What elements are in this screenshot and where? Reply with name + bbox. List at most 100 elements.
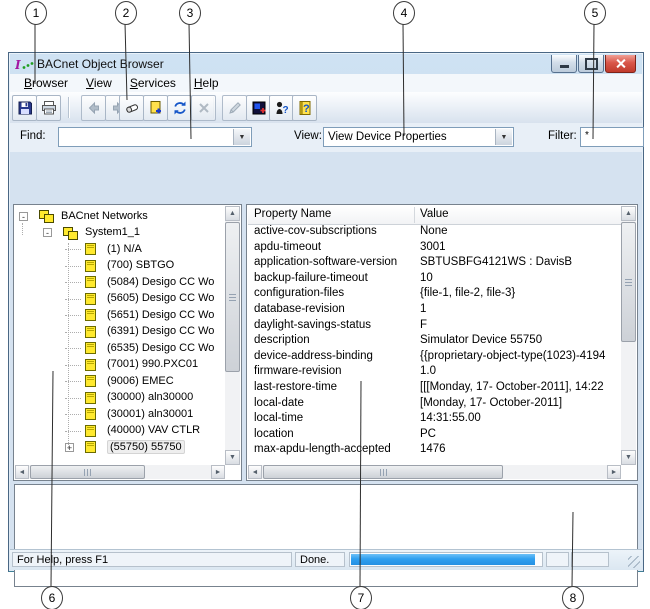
property-row[interactable]: local-date[Monday, 17- October-2011]: [248, 396, 621, 412]
status-pane-empty-2: [571, 552, 609, 567]
tree-item[interactable]: + (55750) 55750: [15, 439, 225, 456]
property-row[interactable]: apdu-timeout3001: [248, 240, 621, 256]
column-header-property-name[interactable]: Property Name: [254, 208, 331, 220]
tree-item[interactable]: - System1_1: [15, 225, 225, 242]
scroll-right-icon[interactable]: ►: [211, 465, 225, 479]
property-value-cell: 1476: [420, 443, 619, 455]
device-icon: [85, 408, 96, 420]
menu-browser[interactable]: Browser: [15, 74, 77, 92]
device-icon: [85, 441, 96, 453]
property-vertical-scrollbar[interactable]: ▲ ▼: [621, 206, 636, 465]
device-manager-button[interactable]: [246, 95, 271, 121]
tree-item-label: BACnet Networks: [61, 210, 148, 222]
collapse-icon[interactable]: -: [19, 212, 28, 221]
tree-item-label: System1_1: [85, 226, 140, 238]
tree-item[interactable]: (5084) Desigo CC Wo: [15, 274, 225, 291]
tree-item-label: (30001) aln30001: [107, 408, 193, 420]
tree-item-label: (1) N/A: [107, 243, 142, 255]
filter-input[interactable]: *: [580, 127, 644, 147]
property-row[interactable]: device-address-binding{{proprietary-obje…: [248, 349, 621, 365]
scroll-up-icon[interactable]: ▲: [225, 206, 240, 221]
tree-vertical-scrollbar[interactable]: ▲ ▼: [225, 206, 240, 465]
scroll-left-icon[interactable]: ◄: [15, 465, 29, 479]
close-button[interactable]: [605, 55, 636, 73]
tree-item[interactable]: (40000) VAV CTLR: [15, 423, 225, 440]
tree-horizontal-scrollbar[interactable]: ◄ ►: [15, 465, 225, 479]
callout-8: 8: [562, 586, 584, 609]
column-divider[interactable]: [414, 207, 415, 223]
property-row[interactable]: database-revision1: [248, 302, 621, 318]
expand-icon[interactable]: +: [65, 443, 74, 452]
tree-guide: [22, 223, 23, 235]
scroll-up-icon[interactable]: ▲: [621, 206, 636, 221]
tree-item-label: (5651) Desigo CC Wo: [107, 309, 214, 321]
client-area: -BACnet Networks-System1_1(1) N/A(700) S…: [10, 152, 642, 549]
property-horizontal-scrollbar[interactable]: ◄ ►: [248, 465, 621, 479]
status-state-pane: Done.: [295, 552, 345, 567]
progress-bar: [349, 552, 543, 567]
tree-item[interactable]: (9006) EMEC: [15, 373, 225, 390]
save-button[interactable]: [12, 95, 37, 121]
scroll-down-icon[interactable]: ▼: [225, 450, 240, 465]
refresh-button[interactable]: [167, 95, 192, 121]
tree-item[interactable]: - BACnet Networks: [15, 208, 225, 225]
erase-button[interactable]: [119, 95, 144, 121]
context-help-button[interactable]: ?: [269, 95, 294, 121]
network-icon: [63, 227, 78, 239]
property-vscroll-thumb[interactable]: [621, 222, 636, 342]
view-combo[interactable]: View Device Properties ▼: [323, 127, 514, 147]
scroll-left-icon[interactable]: ◄: [248, 465, 262, 479]
tree-item[interactable]: (5605) Desigo CC Wo: [15, 291, 225, 308]
tree-item[interactable]: (6535) Desigo CC Wo: [15, 340, 225, 357]
property-value-cell: 1: [420, 303, 619, 315]
tree-item[interactable]: (30000) aln30000: [15, 390, 225, 407]
property-row[interactable]: local-time14:31:55.00: [248, 411, 621, 427]
callout-2: 2: [115, 1, 137, 25]
device-icon: [85, 243, 96, 255]
tree-hscroll-thumb[interactable]: [30, 465, 145, 479]
tree-vscroll-thumb[interactable]: [225, 222, 240, 372]
property-row[interactable]: daylight-savings-statusF: [248, 318, 621, 334]
property-row[interactable]: descriptionSimulator Device 55750: [248, 333, 621, 349]
property-row[interactable]: application-software-versionSBTUSBFG4121…: [248, 255, 621, 271]
scroll-right-icon[interactable]: ►: [607, 465, 621, 479]
tree-item[interactable]: (700) SBTGO: [15, 258, 225, 275]
tree-item-label: (55750) 55750: [107, 440, 185, 454]
collapse-icon[interactable]: -: [43, 228, 52, 237]
minimize-button[interactable]: [551, 55, 577, 73]
property-value-cell: F: [420, 319, 619, 331]
tree-item[interactable]: (5651) Desigo CC Wo: [15, 307, 225, 324]
property-row[interactable]: last-restore-time[[[Monday, 17- October-…: [248, 380, 621, 396]
property-hscroll-thumb[interactable]: [263, 465, 503, 479]
menu-services[interactable]: Services: [121, 74, 185, 92]
tree-item[interactable]: (30001) aln30001: [15, 406, 225, 423]
tree-item[interactable]: (1) N/A: [15, 241, 225, 258]
property-row[interactable]: active-cov-subscriptionsNone: [248, 224, 621, 240]
property-row[interactable]: backup-failure-timeout10: [248, 271, 621, 287]
context-help-icon: ?: [274, 100, 290, 116]
window-title: BACnet Object Browser: [37, 57, 164, 71]
menu-help[interactable]: Help: [185, 74, 228, 92]
resize-grip[interactable]: [628, 556, 640, 568]
chevron-down-icon[interactable]: ▼: [495, 129, 512, 145]
print-icon: [41, 100, 57, 116]
print-button[interactable]: [36, 95, 61, 121]
find-bar: Find: ▼ View: View Device Properties ▼ F…: [10, 123, 642, 153]
menu-view[interactable]: View: [77, 74, 121, 92]
property-row[interactable]: firmware-revision1.0: [248, 364, 621, 380]
tree-item[interactable]: (6391) Desigo CC Wo: [15, 324, 225, 341]
property-name-cell: local-time: [254, 412, 412, 424]
tree-item-label: (5084) Desigo CC Wo: [107, 276, 214, 288]
tree-item[interactable]: (7001) 990.PXC01: [15, 357, 225, 374]
property-row[interactable]: configuration-files{file-1, file-2, file…: [248, 286, 621, 302]
property-row[interactable]: locationPC: [248, 427, 621, 443]
device-icon: [85, 342, 96, 354]
chevron-down-icon[interactable]: ▼: [233, 129, 250, 145]
scroll-down-icon[interactable]: ▼: [621, 450, 636, 465]
help-topics-button[interactable]: ?: [292, 95, 317, 121]
add-object-button[interactable]: [143, 95, 168, 121]
property-row[interactable]: max-apdu-length-accepted1476: [248, 442, 621, 458]
column-header-value[interactable]: Value: [420, 208, 449, 220]
find-combo[interactable]: ▼: [58, 127, 252, 147]
maximize-button[interactable]: [578, 55, 604, 73]
